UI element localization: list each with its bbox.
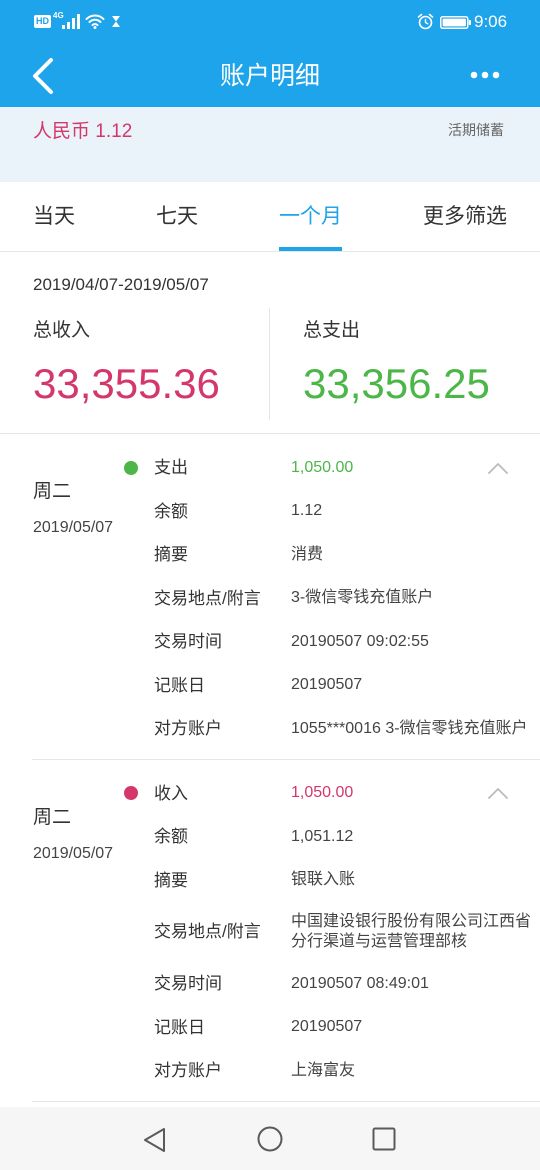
detail-value: 20190507 [291,676,363,694]
detail-row-counterparty-account: 对方账户 上海富友 [154,1049,540,1093]
detail-label: 对方账户 [154,719,222,738]
detail-value: 消费 [291,545,324,563]
detail-value: 中国建设银行股份有限公司江西省分行渠道与运营管理部核 [291,913,532,950]
total-expense-value: 33,356.25 [303,360,490,407]
transaction-item: 周二 2019/05/07 支出 1,050.00 余额 1.12 摘要 消费 … [0,434,540,760]
account-summary: 人民币 1.12 活期储蓄 [0,107,540,182]
transaction-item: 周二 2019/05/07 收入 1,050.00 余额 1,051.12 摘要… [0,760,540,1102]
date-filter-tabs: 当天 七天 一个月 更多筛选 [0,182,540,252]
collapse-chevron-icon[interactable] [488,787,508,800]
tab-label: 更多筛选 [423,205,507,228]
detail-label: 交易时间 [154,632,222,651]
tab-seven-days[interactable]: 七天 [156,182,198,251]
period-summary: 2019/04/07-2019/05/07 总收入 33,355.36 总支出 … [0,252,540,434]
summary-divider [269,308,270,420]
detail-label: 摘要 [154,545,188,564]
tab-label: 一个月 [279,205,342,228]
detail-value: 20190507 08:49:01 [291,974,429,992]
detail-row-counterparty-account: 对方账户 1055***0016 3-微信零钱充值账户 [154,707,540,751]
app-header: HD 4G 9:06 账户明细 [0,0,540,107]
tab-one-month[interactable]: 一个月 [279,182,342,251]
transaction-list: 周二 2019/05/07 支出 1,050.00 余额 1.12 摘要 消费 … [0,434,540,1102]
detail-row-posting-date: 记账日 20190507 [154,1006,540,1050]
detail-value: 1,051.12 [291,827,354,845]
detail-label: 记账日 [154,675,205,695]
detail-row-balance: 余额 1,051.12 [154,815,540,859]
tab-label: 当天 [33,205,75,228]
transaction-type-label: 支出 [154,458,188,477]
wifi-icon [85,14,105,29]
nav-back-icon[interactable] [142,1127,168,1153]
alarm-icon [417,13,434,30]
hd-badge: HD [34,15,51,28]
transaction-divider [32,1100,540,1102]
detail-row-transaction-time: 交易时间 20190507 09:02:55 [154,620,540,664]
detail-row-posting-date: 记账日 20190507 [154,664,540,708]
system-nav-bar [0,1107,540,1170]
nav-recents-icon[interactable] [372,1127,396,1151]
detail-label: 对方账户 [154,1061,222,1080]
collapse-chevron-icon[interactable] [488,462,508,474]
tab-today[interactable]: 当天 [33,182,75,251]
tab-more-filters[interactable]: 更多筛选 [423,182,507,251]
more-icon[interactable] [470,71,500,79]
transaction-details: 收入 1,050.00 余额 1,051.12 摘要 银联入账 交易地点/附言 … [124,772,540,1093]
active-tab-indicator [279,247,342,251]
detail-value: 1.12 [291,502,323,520]
detail-row-location-note: 交易地点/附言 3-微信零钱充值账户 [154,577,540,621]
nav-home-icon[interactable] [257,1126,283,1152]
detail-value: 3-微信零钱充值账户 [291,589,434,607]
status-bar: HD 4G 9:06 [0,0,540,45]
detail-label: 交易地点/附言 [154,922,261,942]
total-income-value: 33,355.36 [33,360,220,407]
detail-row-memo: 摘要 消费 [154,533,540,577]
detail-label: 交易地点/附言 [154,588,261,608]
detail-row-location-note: 交易地点/附言 中国建设银行股份有限公司江西省分行渠道与运营管理部核 [154,902,540,962]
transaction-type-label: 收入 [154,783,188,803]
transaction-date: 2019/05/07 [33,519,114,536]
detail-row-balance: 余额 1.12 [154,490,540,534]
detail-label: 摘要 [154,870,188,890]
status-time: 9:06 [474,12,508,31]
transaction-date: 2019/05/07 [33,844,114,862]
page-title: 账户明细 [219,62,320,90]
transaction-weekday: 周二 [33,481,72,502]
transaction-weekday: 周二 [33,806,72,828]
detail-value: 1055***0016 3-微信零钱充值账户 [291,719,528,737]
transaction-type-row: 支出 1,050.00 [124,446,540,490]
transaction-details: 支出 1,050.00 余额 1.12 摘要 消费 交易地点/附言 3-微信零钱… [124,446,540,751]
tab-label: 七天 [156,205,198,228]
detail-value: 银联入账 [291,871,356,889]
transaction-type-dot [124,460,138,475]
signal-icon [62,14,80,29]
detail-value: 20190507 09:02:55 [291,632,429,650]
transaction-type-dot [124,786,138,801]
battery-icon [440,16,471,29]
date-range: 2019/04/07-2019/05/07 [33,275,209,294]
account-balance: 人民币 1.12 [33,121,133,142]
transaction-type-row: 收入 1,050.00 [124,772,540,816]
detail-label: 余额 [154,827,188,846]
detail-value: 上海富友 [291,1061,356,1079]
hourglass-icon [112,16,120,27]
detail-value: 20190507 [291,1018,363,1036]
total-income-label: 总收入 [33,320,91,341]
detail-label: 余额 [154,501,188,521]
total-expense-label: 总支出 [303,320,361,341]
detail-row-memo: 摘要 银联入账 [154,859,540,903]
detail-label: 记账日 [154,1017,205,1037]
detail-row-transaction-time: 交易时间 20190507 08:49:01 [154,962,540,1006]
detail-label: 交易时间 [154,974,222,993]
account-type: 活期储蓄 [448,122,504,138]
